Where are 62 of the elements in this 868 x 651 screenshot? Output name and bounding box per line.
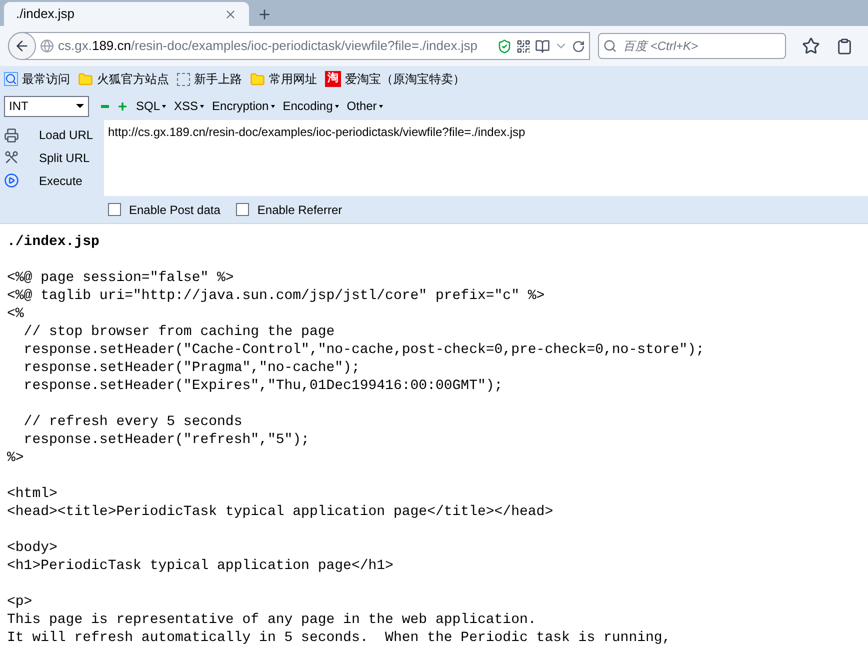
code-line: It will refresh automatically in 5 seconds. When the Periodic task is running, [7,629,671,647]
plus-icon[interactable] [117,100,128,112]
code-line: <%@ taglib uri="http://java.sun.com/jsp/jstl/core" prefix="c" %> [7,287,545,305]
action-button[interactable]: Execute [39,172,82,190]
code-line: This page is representative of any page in the web application. [7,611,536,629]
bookmark-link[interactable]: 常用网址 [269,70,317,88]
menu-item[interactable]: Encoding [282,97,339,115]
bookmark-link[interactable]: 最常访问 [22,70,70,88]
printer-icon [4,128,19,143]
bookmark-link[interactable]: 新手上路 [194,70,242,88]
minus-icon[interactable] [101,104,109,108]
bookmark-link[interactable]: 火狐官方站点 [97,70,169,88]
code-line: <h1>PeriodicTask typical application page</h1> [7,557,394,575]
close-icon[interactable] [224,8,237,20]
browser-tab[interactable]: ./index.jsp [4,2,249,26]
reader-icon[interactable] [535,38,550,54]
code-line: response.setHeader("refresh","5"); [22,431,310,449]
code-line: %> [7,449,24,467]
search-icon [603,39,617,53]
code-line: <p> [7,593,32,611]
checkbox-label: Enable Referrer [257,202,342,218]
url-textarea[interactable]: http://cs.gx.189.cn/resin-doc/examples/ioc-periodictask/viewfile?file=./index.jsp [104,120,868,196]
dashed-square-icon [177,72,190,86]
star-icon[interactable] [802,37,820,55]
checkbox[interactable] [108,203,121,216]
checkbox[interactable] [236,203,250,216]
play-icon [4,173,19,188]
reload-icon[interactable] [572,40,585,52]
code-line: // refresh every 5 seconds [22,413,242,431]
file-title: ./index.jsp [7,233,100,251]
shield-icon[interactable] [497,38,512,54]
new-tab-icon[interactable] [257,7,272,22]
action-button[interactable]: Load URL [39,126,94,144]
code-line: response.setHeader("Pragma","no-cache"); [22,359,360,377]
globe-icon [40,39,54,53]
checkbox-label: Enable Post data [129,202,220,218]
code-line: response.setHeader("Cache-Control","no-cache,post-check=0,pre-check=0,no-store"); [22,341,704,359]
address-text[interactable]: cs.gx.189.cn/resin-doc/examples/ioc-periodictask/viewfile?file=./index.jsp [58,36,478,56]
menu-item[interactable]: SQL [136,97,166,115]
action-button[interactable]: Split URL [39,148,90,167]
code-line: <head><title>PeriodicTask typical application page</title></head> [7,503,554,521]
type-select[interactable]: INT [4,96,89,116]
search-page-icon [4,72,18,86]
code-line: response.setHeader("Expires","Thu,01Dec199416:00:00GMT"); [22,377,503,395]
code-line: <% [7,305,24,323]
scissors-icon [4,150,19,166]
qr-code-icon[interactable] [516,38,531,54]
back-button[interactable] [8,32,36,60]
badge-icon: 淘 [325,71,341,87]
bookmark-link[interactable]: 爱淘宝（原淘宝特卖） [345,70,465,88]
menu-item[interactable]: Other [346,97,383,115]
code-line: // stop browser from caching the page [22,323,335,341]
code-line: <body> [7,539,58,557]
menu-item[interactable]: XSS [174,97,204,115]
search-field[interactable]: 百度 <Ctrl+K> [598,33,786,59]
folder-icon [78,72,93,86]
folder-icon [250,72,265,86]
address-bar[interactable]: cs.gx.189.cn/resin-doc/examples/ioc-periodictask/viewfile?file=./index.jsp [8,32,590,60]
code-line: <%@ page session="false" %> [7,269,234,287]
code-line: <html> [7,485,58,503]
menu-item[interactable]: Encryption [212,97,275,115]
clipboard-icon[interactable] [836,38,853,54]
